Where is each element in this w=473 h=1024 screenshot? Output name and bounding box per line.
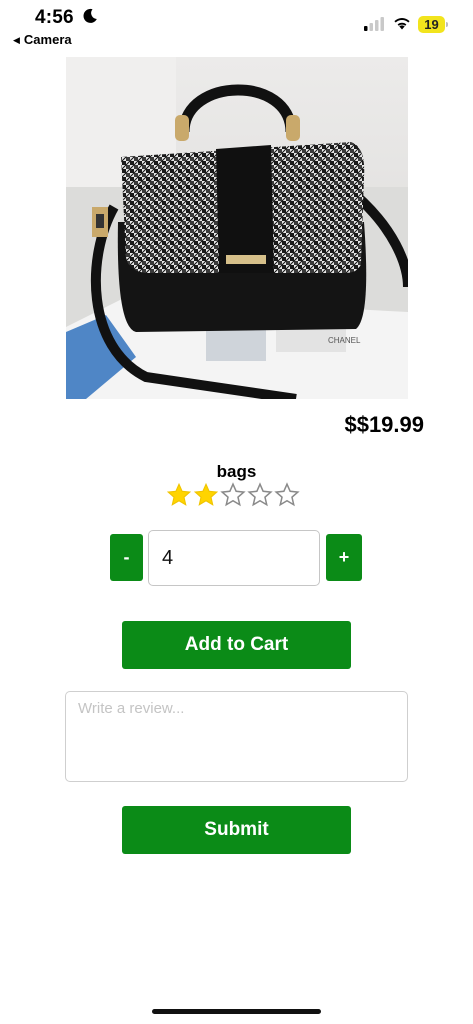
status-time: 4:56 bbox=[35, 7, 74, 28]
quantity-decrement-button[interactable]: - bbox=[110, 534, 143, 581]
handbag-photo-icon: CHANEL bbox=[66, 57, 408, 399]
battery-cap bbox=[446, 22, 448, 27]
add-to-cart-button[interactable]: Add to Cart bbox=[122, 621, 351, 669]
battery-icon: 19 bbox=[418, 16, 448, 33]
back-to-camera-link[interactable]: ◀ Camera bbox=[13, 32, 72, 47]
home-indicator[interactable] bbox=[152, 1009, 321, 1014]
wifi-icon bbox=[394, 18, 410, 30]
star-filled-icon[interactable] bbox=[166, 482, 192, 508]
star-filled-icon[interactable] bbox=[193, 482, 219, 508]
star-empty-icon[interactable] bbox=[274, 482, 300, 508]
product-image: CHANEL bbox=[66, 57, 408, 399]
review-input[interactable] bbox=[65, 691, 408, 782]
cellular-signal-icon bbox=[364, 17, 384, 31]
back-link-label: Camera bbox=[23, 32, 72, 47]
status-bar: 4:56 ◀ Camera 19 bbox=[0, 0, 473, 52]
product-name: bags bbox=[216, 462, 257, 481]
star-empty-icon[interactable] bbox=[220, 482, 246, 508]
back-arrow-icon: ◀ bbox=[13, 35, 20, 45]
product-price: $$19.99 bbox=[344, 412, 424, 437]
svg-text:CHANEL: CHANEL bbox=[328, 336, 361, 345]
submit-review-button[interactable]: Submit bbox=[122, 806, 351, 854]
battery-level: 19 bbox=[424, 17, 439, 32]
moon-icon bbox=[83, 8, 97, 23]
star-empty-icon[interactable] bbox=[247, 482, 273, 508]
star-rating[interactable] bbox=[166, 482, 306, 508]
quantity-increment-button[interactable]: + bbox=[326, 534, 362, 581]
quantity-input[interactable] bbox=[148, 530, 320, 586]
